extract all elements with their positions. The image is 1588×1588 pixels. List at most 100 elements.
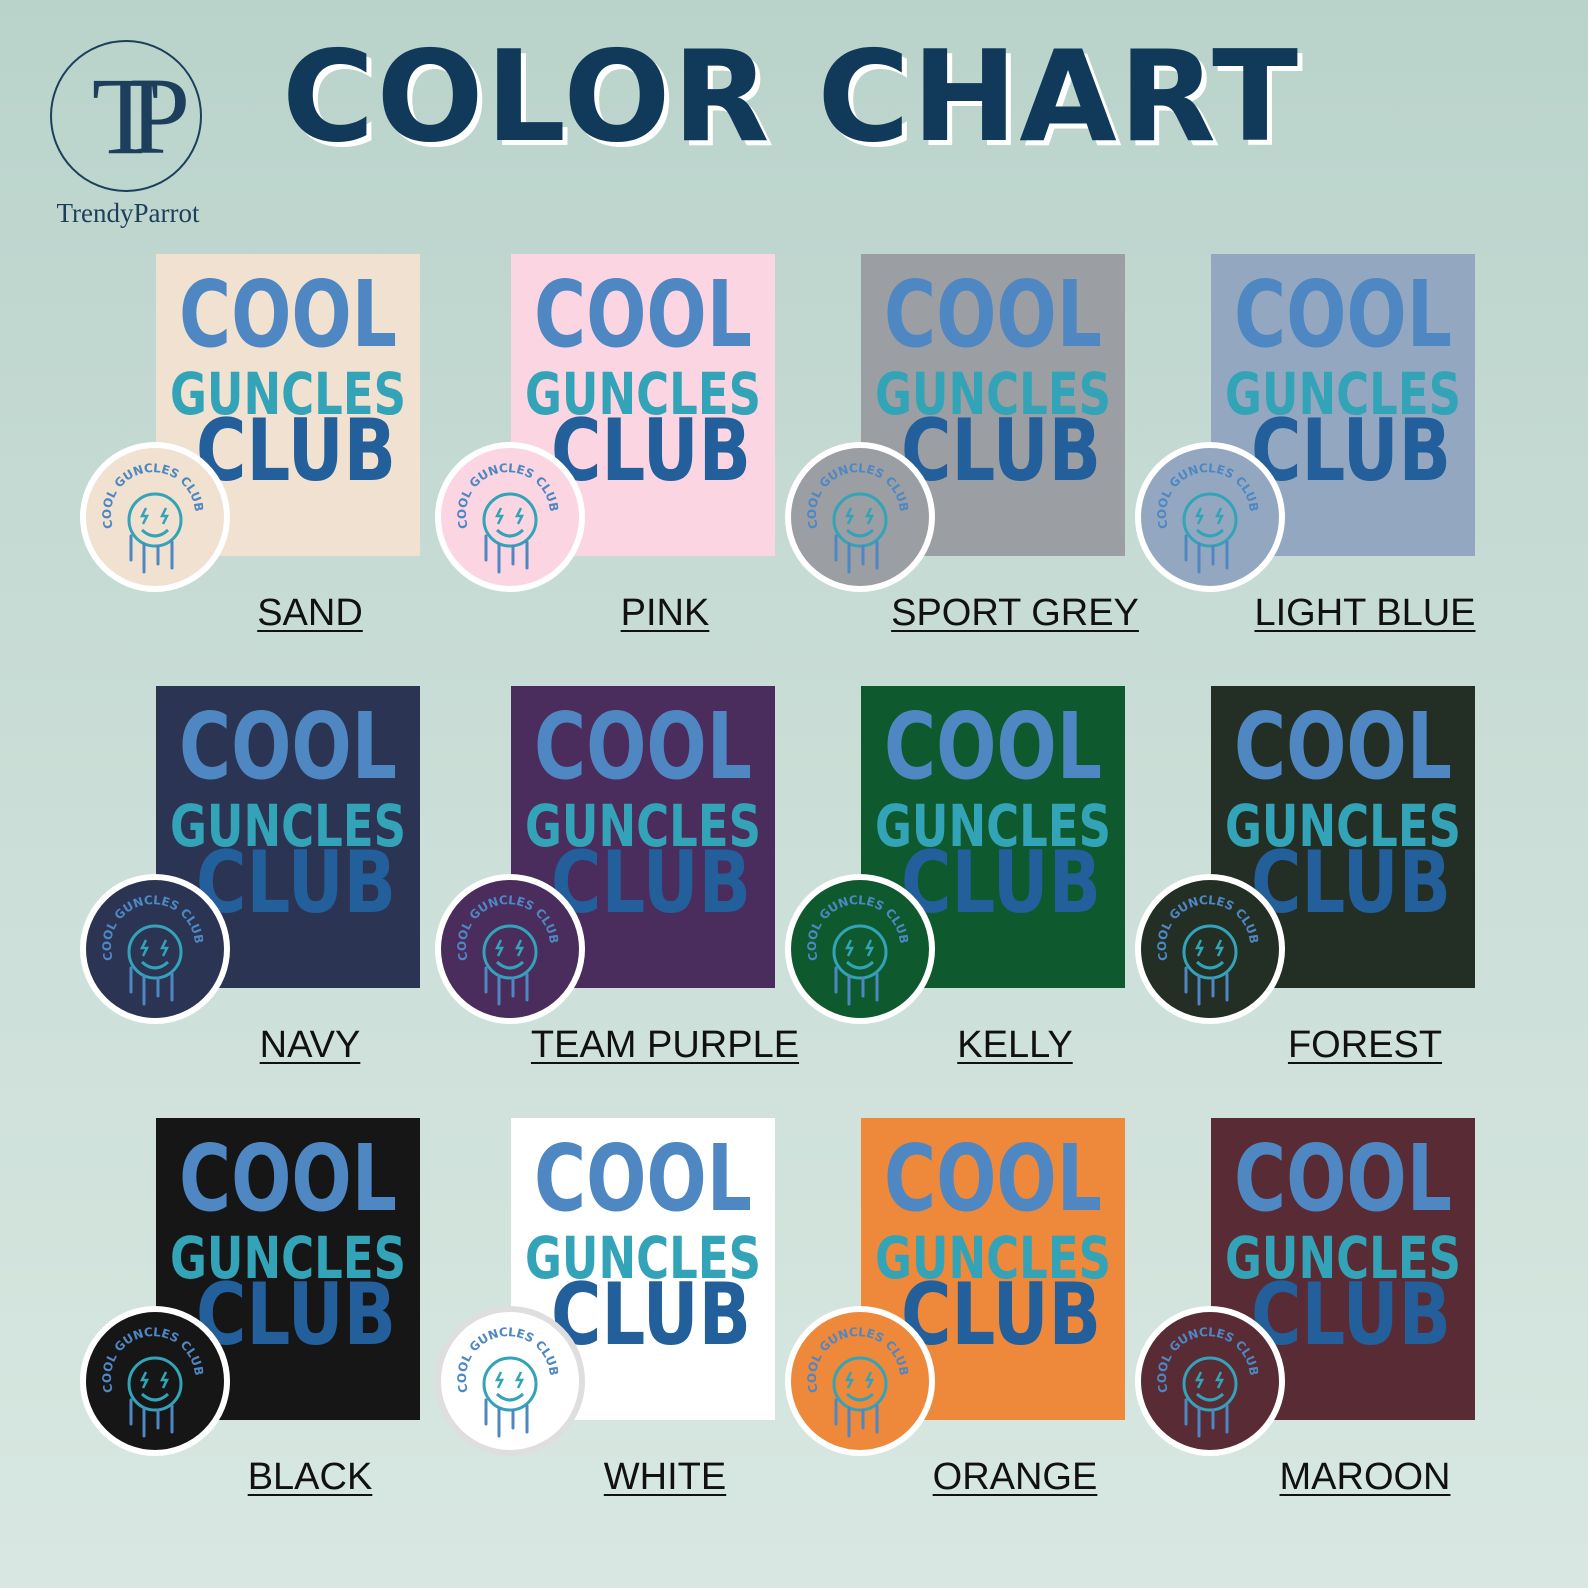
design-word-club: CLUB — [1251, 833, 1451, 933]
smile-icon — [140, 960, 170, 970]
design-word-cool: COOL — [179, 693, 397, 800]
design-word-cool: COOL — [534, 261, 752, 368]
smiley-face-icon — [1182, 492, 1238, 548]
design-word-club: CLUB — [901, 833, 1101, 933]
swatch-forest: COOL GUNCLES CLUB COOL GUNCLES CLUB FOREST — [1135, 686, 1531, 1086]
smiley-face-icon — [482, 924, 538, 980]
lightning-eye-icon — [514, 507, 525, 525]
swatch-label: NAVY — [259, 1024, 361, 1066]
lightning-eye-icon — [1194, 1371, 1205, 1389]
color-dot: COOL GUNCLES CLUB — [785, 1306, 935, 1456]
swatch-navy: COOL GUNCLES CLUB COOL GUNCLES CLUB NAVY — [80, 686, 476, 1086]
lightning-eye-icon — [844, 507, 855, 525]
color-dot: COOL GUNCLES CLUB — [80, 874, 230, 1024]
swatch-sand: COOL GUNCLES CLUB COOL GUNCLES CLUB SAND — [80, 254, 476, 654]
design-word-cool: COOL — [884, 1125, 1102, 1232]
swatch-sport-grey: COOL GUNCLES CLUB COOL GUNCLES CLUB SPORT GR… — [785, 254, 1181, 654]
smile-icon — [495, 1392, 525, 1402]
swatch-label: PINK — [620, 592, 710, 634]
smile-icon — [140, 1392, 170, 1402]
design-word-club: CLUB — [196, 401, 396, 501]
design-word-club: CLUB — [196, 1265, 396, 1365]
logo-monogram: TP — [91, 55, 190, 177]
swatch-white: COOL GUNCLES CLUB COOL GUNCLES CLUB WHITE — [435, 1118, 831, 1518]
color-dot: COOL GUNCLES CLUB — [785, 874, 935, 1024]
logo-brand-name: TrendyParrot — [56, 198, 200, 228]
page-title: COLOR CHART — [282, 23, 1301, 170]
lightning-eye-icon — [159, 1371, 170, 1389]
design-word-cool: COOL — [884, 261, 1102, 368]
drip-icon — [129, 534, 174, 574]
swatch-black: COOL GUNCLES CLUB COOL GUNCLES CLUB BLACK — [80, 1118, 476, 1518]
design-word-cool: COOL — [1234, 1125, 1452, 1232]
design-word-cool: COOL — [179, 1125, 397, 1232]
lightning-eye-icon — [864, 939, 875, 957]
smile-icon — [845, 528, 875, 538]
design-word-cool: COOL — [1234, 693, 1452, 800]
lightning-eye-icon — [139, 507, 150, 525]
drip-icon — [1184, 534, 1229, 574]
smile-icon — [495, 528, 525, 538]
swatch-team-purple: COOL GUNCLES CLUB COOL GUNCLES CLUB TEAM PUR… — [435, 686, 831, 1086]
design-word-club: CLUB — [1251, 1265, 1451, 1365]
drip-icon — [1184, 966, 1229, 1006]
lightning-eye-icon — [494, 939, 505, 957]
design-word-club: CLUB — [901, 1265, 1101, 1365]
design-word-cool: COOL — [179, 261, 397, 368]
drip-icon — [484, 1398, 529, 1438]
smile-icon — [1195, 960, 1225, 970]
design-word-cool: COOL — [534, 1125, 752, 1232]
color-dot: COOL GUNCLES CLUB — [785, 442, 935, 592]
smiley-face-icon — [1182, 1356, 1238, 1412]
lightning-eye-icon — [1214, 939, 1225, 957]
swatch-kelly: COOL GUNCLES CLUB COOL GUNCLES CLUB KELLY — [785, 686, 1181, 1086]
smile-icon — [1195, 1392, 1225, 1402]
lightning-eye-icon — [139, 939, 150, 957]
lightning-eye-icon — [514, 939, 525, 957]
brand-logo: TP TrendyParrot — [48, 40, 208, 240]
smiley-face-icon — [1182, 924, 1238, 980]
lightning-eye-icon — [1214, 507, 1225, 525]
design-word-cool: COOL — [1234, 261, 1452, 368]
drip-icon — [834, 966, 879, 1006]
smile-icon — [495, 960, 525, 970]
lightning-eye-icon — [844, 939, 855, 957]
drip-icon — [484, 966, 529, 1006]
lightning-eye-icon — [864, 507, 875, 525]
lightning-eye-icon — [864, 1371, 875, 1389]
swatch-label: SPORT GREY — [891, 592, 1139, 634]
smiley-face-icon — [127, 924, 183, 980]
smiley-face-icon — [832, 924, 888, 980]
swatch-orange: COOL GUNCLES CLUB COOL GUNCLES CLUB ORANGE — [785, 1118, 1181, 1518]
swatch-label: MAROON — [1279, 1456, 1451, 1498]
smiley-face-icon — [127, 492, 183, 548]
lightning-eye-icon — [514, 1371, 525, 1389]
smile-icon — [1195, 528, 1225, 538]
design-word-club: CLUB — [551, 833, 751, 933]
smiley-face-icon — [482, 1356, 538, 1412]
lightning-eye-icon — [159, 507, 170, 525]
swatch-label: FOREST — [1287, 1024, 1443, 1066]
color-dot: COOL GUNCLES CLUB — [1135, 874, 1285, 1024]
lightning-eye-icon — [1214, 1371, 1225, 1389]
drip-icon — [129, 1398, 174, 1438]
smile-icon — [845, 960, 875, 970]
swatch-maroon: COOL GUNCLES CLUB COOL GUNCLES CLUB MAROON — [1135, 1118, 1531, 1518]
drip-icon — [484, 534, 529, 574]
swatch-label: KELLY — [957, 1024, 1073, 1066]
color-dot: COOL GUNCLES CLUB — [435, 442, 585, 592]
smile-icon — [140, 528, 170, 538]
smiley-face-icon — [832, 492, 888, 548]
color-dot: COOL GUNCLES CLUB — [1135, 1306, 1285, 1456]
lightning-eye-icon — [159, 939, 170, 957]
design-word-club: CLUB — [551, 1265, 751, 1365]
smile-icon — [845, 1392, 875, 1402]
color-dot: COOL GUNCLES CLUB — [435, 1306, 585, 1456]
swatch-label: SAND — [257, 592, 363, 634]
swatch-label: TEAM PURPLE — [530, 1024, 800, 1066]
drip-icon — [834, 534, 879, 574]
color-dot: COOL GUNCLES CLUB — [80, 442, 230, 592]
design-word-club: CLUB — [1251, 401, 1451, 501]
swatch-light-blue: COOL GUNCLES CLUB COOL GUNCLES CLUB LIGHT BL… — [1135, 254, 1531, 654]
design-word-club: CLUB — [901, 401, 1101, 501]
